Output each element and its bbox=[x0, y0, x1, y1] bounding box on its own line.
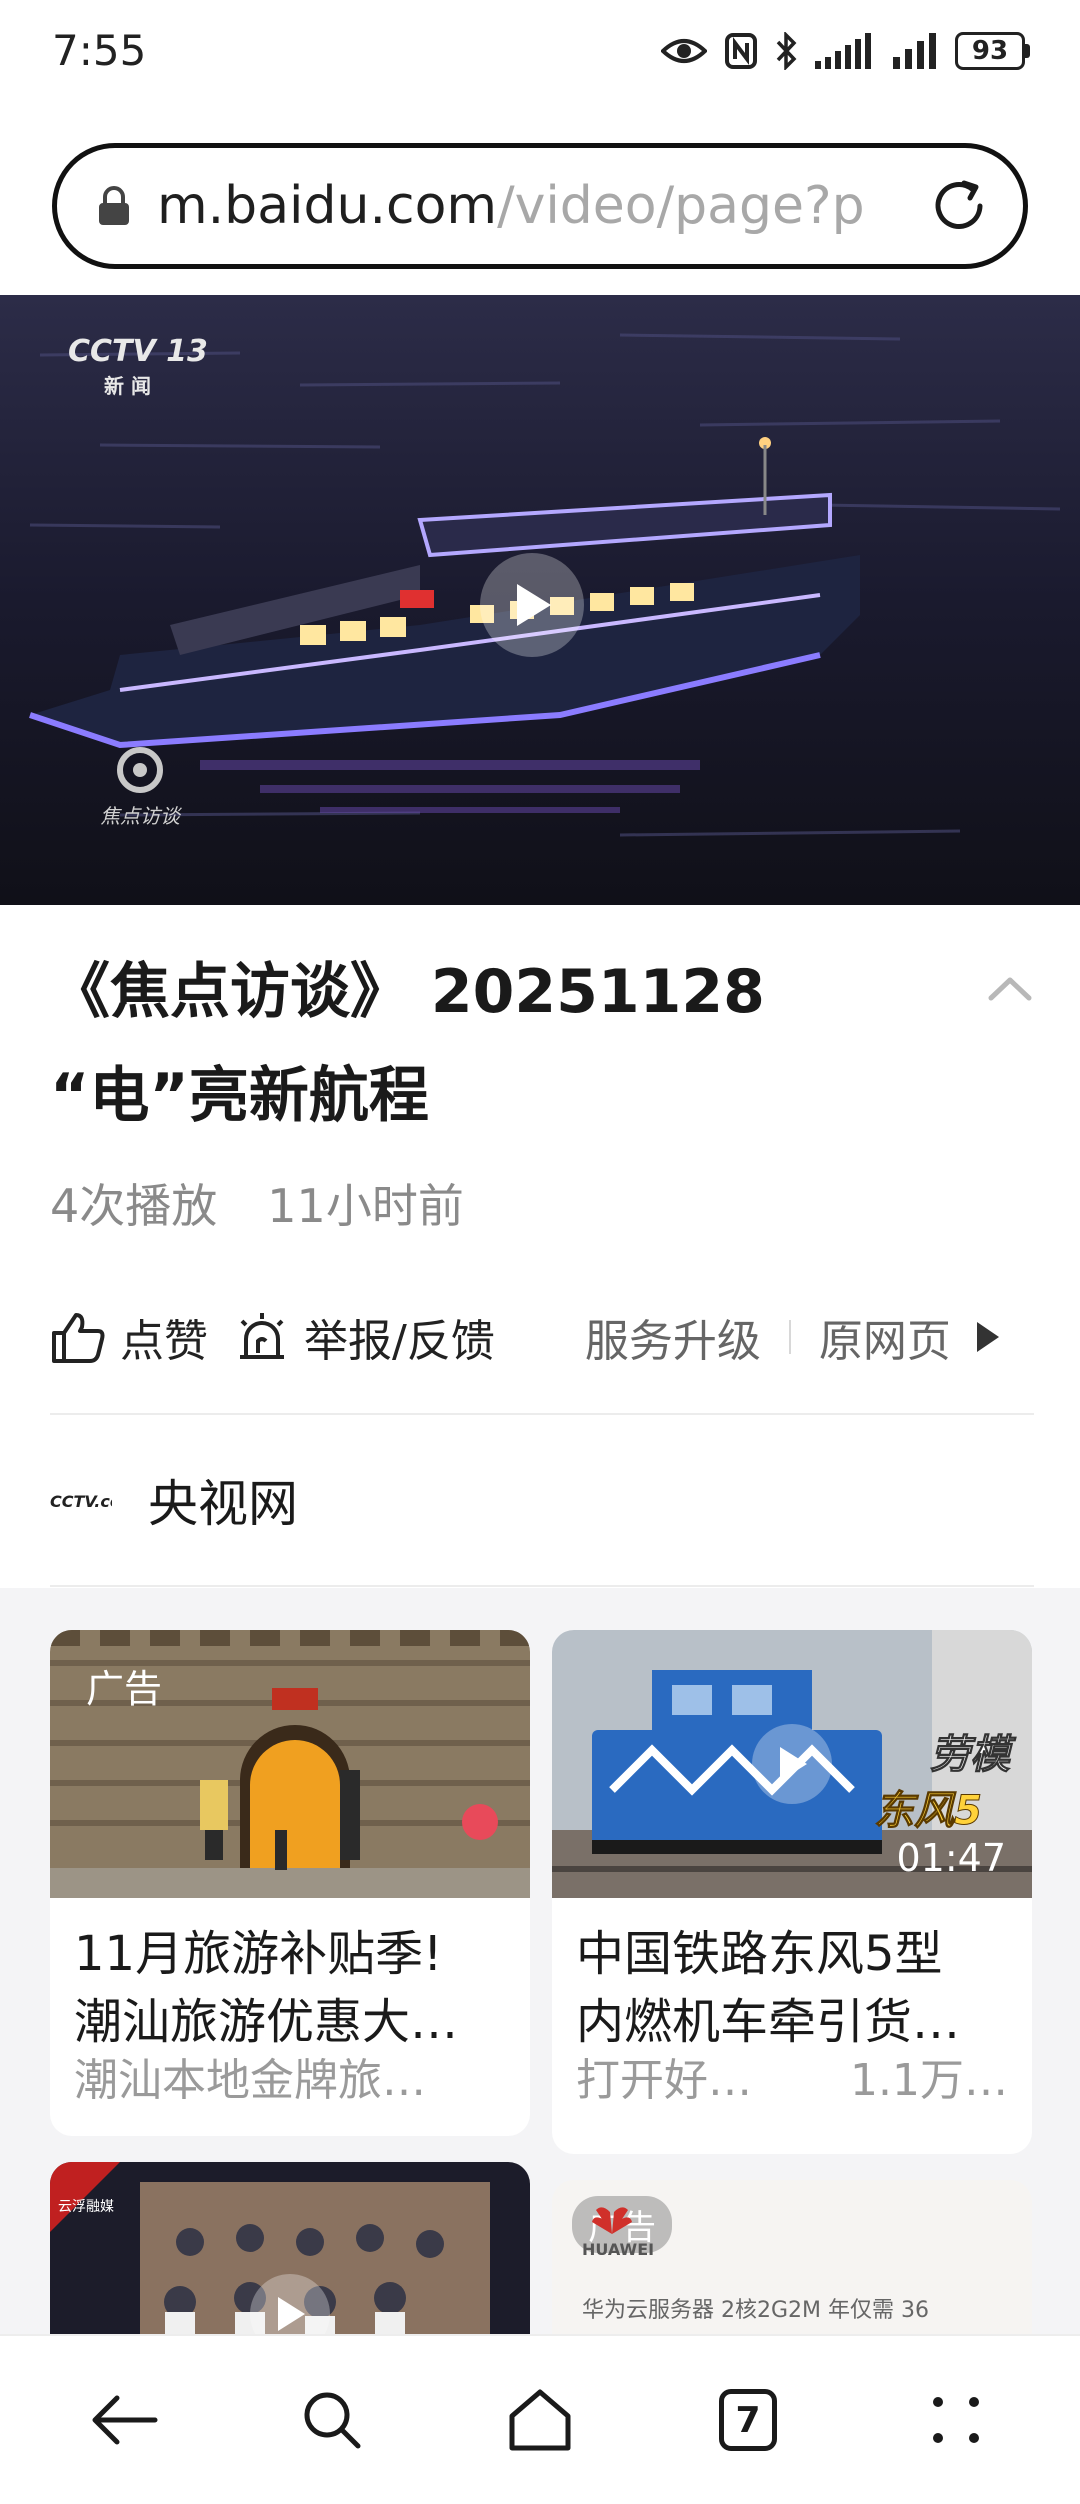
cctv-com-logo: CCTV.com bbox=[50, 1492, 112, 1511]
overlay-caption-top: 劳模 bbox=[930, 1732, 1011, 1779]
ad-tag: 广告 bbox=[86, 1667, 163, 1711]
separator bbox=[788, 1320, 791, 1354]
battery-indicator: 93 bbox=[955, 32, 1030, 70]
reload-button[interactable] bbox=[921, 168, 997, 244]
tabs-button[interactable]: 7 bbox=[693, 2365, 803, 2475]
play-icon bbox=[780, 1747, 807, 1781]
divider-1 bbox=[50, 1413, 1034, 1415]
channel-row[interactable]: CCTV.com 央视网 bbox=[50, 1465, 298, 1535]
report-label: 举报/反馈 bbox=[304, 1316, 495, 1367]
program-logo-icon bbox=[117, 747, 163, 793]
play-icon bbox=[278, 2297, 305, 2331]
video-player[interactable]: CCTV 13 新 闻 焦点访谈 bbox=[0, 295, 1080, 905]
bluetooth-icon bbox=[776, 32, 797, 70]
card-thumbnail: 云浮融媒 bbox=[50, 2162, 530, 2362]
overlay-caption-bottom: 东风5 bbox=[874, 1788, 983, 1835]
url-host: m.baidu.com bbox=[157, 176, 498, 236]
feed-card-ad-travel[interactable]: 广告 11月旅游补贴季! 潮汕旅游优惠大… 潮汕本地金牌旅… bbox=[50, 1630, 530, 2136]
channel-logo-text: CCTV 13 bbox=[68, 334, 208, 369]
video-play-button[interactable] bbox=[752, 1724, 832, 1804]
nfc-icon bbox=[725, 33, 757, 69]
home-button[interactable] bbox=[485, 2365, 595, 2475]
program-logo: 焦点访谈 bbox=[100, 745, 190, 829]
bottom-navigation: 7 bbox=[0, 2334, 1080, 2504]
feed-card-video-meeting[interactable]: 云浮融媒 bbox=[50, 2162, 530, 2362]
video-title: 《焦点访谈》 20251128 “电”亮新航程 bbox=[50, 957, 765, 1131]
eye-icon bbox=[661, 39, 707, 63]
channel-logo-sub: 新 闻 bbox=[104, 374, 151, 398]
channel-name: 央视网 bbox=[148, 1475, 298, 1533]
card-thumbnail: 劳模 东风5 01:47 bbox=[552, 1630, 1032, 1898]
back-button[interactable] bbox=[69, 2365, 179, 2475]
play-icon bbox=[517, 584, 551, 626]
card-title-line-1: 11月旅游补贴季! bbox=[74, 1926, 443, 1982]
original-page-label: 原网页 bbox=[818, 1316, 951, 1367]
like-button[interactable]: 点赞 bbox=[50, 1305, 208, 1369]
card-logo-text: 云浮融媒 bbox=[58, 2199, 114, 2215]
arrow-left-icon bbox=[92, 2395, 158, 2445]
alarm-icon bbox=[240, 1313, 284, 1359]
channel-logo-cctv13: CCTV 13 新 闻 bbox=[68, 335, 208, 403]
video-play-button[interactable] bbox=[480, 553, 584, 657]
ad-headline: 华为云服务器 2核2G2M 年仅需 36 bbox=[582, 2298, 929, 2323]
video-meta: 4次播放 11小时前 bbox=[50, 1170, 464, 1236]
card-source: 打开好… bbox=[576, 2055, 752, 2106]
home-icon bbox=[509, 2389, 571, 2451]
signal-1-icon bbox=[815, 33, 871, 69]
play-triangle-icon bbox=[976, 1322, 999, 1352]
play-count: 4次播放 bbox=[50, 1179, 218, 1233]
original-page-link[interactable]: 原网页 bbox=[819, 1305, 1015, 1369]
menu-button[interactable] bbox=[901, 2365, 1011, 2475]
card-title-line-1: 中国铁路东风5型 bbox=[576, 1926, 943, 1982]
feed-card-ad-huawei[interactable]: 广告 HUAWEI 华为云服务器 2核2G2M 年仅需 36 bbox=[552, 2180, 1032, 2360]
report-button[interactable]: 举报/反馈 bbox=[234, 1305, 495, 1369]
program-logo-text: 焦点访谈 bbox=[100, 804, 180, 828]
divider-2 bbox=[50, 1585, 1034, 1587]
status-bar: 7:55 93 bbox=[0, 0, 1080, 110]
signal-2-icon bbox=[893, 33, 936, 69]
status-icons: 93 bbox=[661, 26, 1030, 76]
battery-level: 93 bbox=[955, 32, 1025, 70]
action-row: 点赞 举报/反馈 服务升级 原网页 bbox=[50, 1302, 1040, 1372]
video-duration: 01:47 bbox=[896, 1836, 1006, 1880]
huawei-logo-icon bbox=[592, 2207, 632, 2234]
search-button[interactable] bbox=[277, 2365, 387, 2475]
chevron-up-icon bbox=[988, 977, 1032, 1001]
url-text[interactable]: m.baidu.com/video/page?p bbox=[157, 176, 891, 236]
search-icon bbox=[304, 2392, 361, 2449]
card-source: 潮汕本地金牌旅… bbox=[74, 2055, 426, 2106]
tabs-count: 7 bbox=[719, 2389, 777, 2451]
more-dots-icon bbox=[933, 2397, 979, 2443]
lock-icon bbox=[99, 186, 129, 225]
address-bar[interactable]: m.baidu.com/video/page?p bbox=[52, 143, 1028, 269]
publish-time: 11小时前 bbox=[267, 1179, 464, 1233]
url-path: /video/page?p bbox=[497, 176, 865, 236]
card-views: 1.1万… bbox=[850, 2055, 1008, 2106]
channel-logo-text: CCTV.com bbox=[50, 1492, 112, 1511]
brand-text: HUAWEI bbox=[582, 2240, 655, 2259]
reload-icon bbox=[935, 180, 983, 229]
card-thumbnail: 广告 bbox=[50, 1630, 530, 1898]
like-label: 点赞 bbox=[120, 1316, 208, 1367]
collapse-button[interactable] bbox=[985, 968, 1035, 1008]
feed-card-video-train[interactable]: 劳模 东风5 01:47 中国铁路东风5型 内燃机车牵引货… 打开好… 1.1万… bbox=[552, 1630, 1032, 2154]
service-upgrade-link[interactable]: 服务升级 bbox=[585, 1305, 761, 1369]
status-time: 7:55 bbox=[52, 26, 147, 75]
thumbs-up-icon bbox=[52, 1313, 105, 1363]
